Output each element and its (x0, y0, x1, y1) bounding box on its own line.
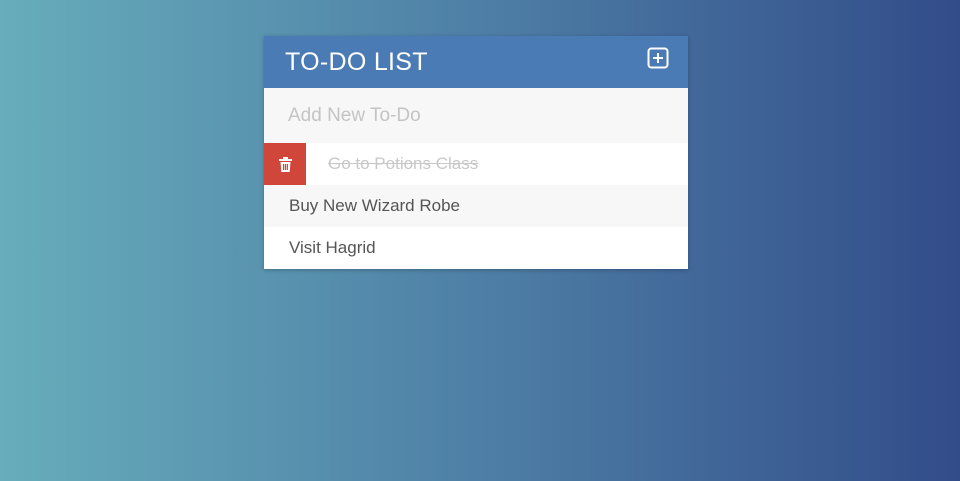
todo-list: Go to Potions Class Buy New Wizard Robe … (264, 143, 688, 269)
todo-item-text: Go to Potions Class (328, 154, 479, 173)
add-todo-row (264, 88, 688, 143)
todo-item-text: Buy New Wizard Robe (289, 196, 461, 215)
todo-item[interactable]: Visit Hagrid (264, 227, 688, 269)
todo-item-text: Visit Hagrid (289, 238, 376, 257)
todo-card: TO-DO LIST Go to Poti (264, 36, 688, 269)
todo-item[interactable]: Go to Potions Class (264, 143, 688, 185)
todo-header: TO-DO LIST (264, 36, 688, 88)
page-title: TO-DO LIST (285, 47, 428, 76)
todo-item[interactable]: Buy New Wizard Robe (264, 185, 688, 227)
delete-button[interactable] (264, 143, 306, 185)
plus-square-icon[interactable] (647, 47, 669, 69)
new-todo-input[interactable] (264, 88, 688, 143)
trash-icon (278, 156, 292, 172)
